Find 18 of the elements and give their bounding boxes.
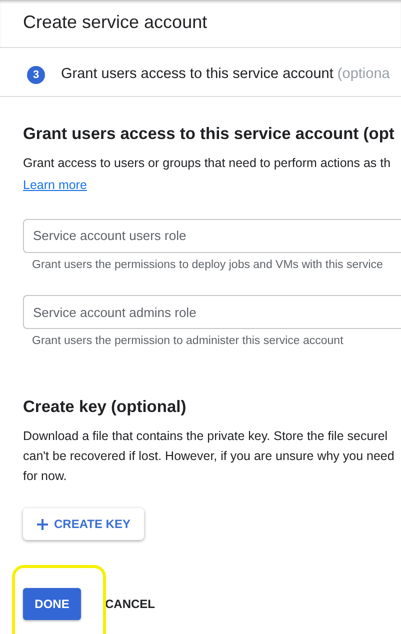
learn-more-link[interactable]: Learn more — [23, 178, 87, 192]
description-line: can't be recovered if lost. However, if you are unsure why you need — [23, 448, 396, 466]
step-number: 3 — [27, 66, 45, 84]
role-input-field[interactable]: Service account admins role — [23, 295, 401, 330]
section-heading: Grant users access to this service account (opt — [23, 125, 396, 145]
field-help-text: Grant users the permission to administer this service account — [31, 334, 344, 350]
step-label: Grant users access to this service account (optiona — [61, 65, 390, 84]
plus-icon — [37, 518, 48, 530]
role-input-field[interactable]: Service account users role — [23, 218, 401, 253]
create-key-button[interactable]: CREATE KEY — [23, 508, 144, 540]
field-help-text: Grant users the permissions to deploy jobs and VMs with this service — [31, 258, 384, 273]
section-heading: Create key (optional) — [23, 398, 188, 418]
description-line: Download a file that contains the private key. Store the file securel — [23, 428, 389, 446]
section-description: Grant access to users or groups that need to perform actions as th — [23, 154, 392, 172]
done-button[interactable]: DONE — [23, 588, 81, 620]
page-title: Create service account — [23, 12, 208, 34]
cancel-button[interactable]: CANCEL — [105, 595, 155, 614]
description-line: for now. — [23, 468, 68, 486]
